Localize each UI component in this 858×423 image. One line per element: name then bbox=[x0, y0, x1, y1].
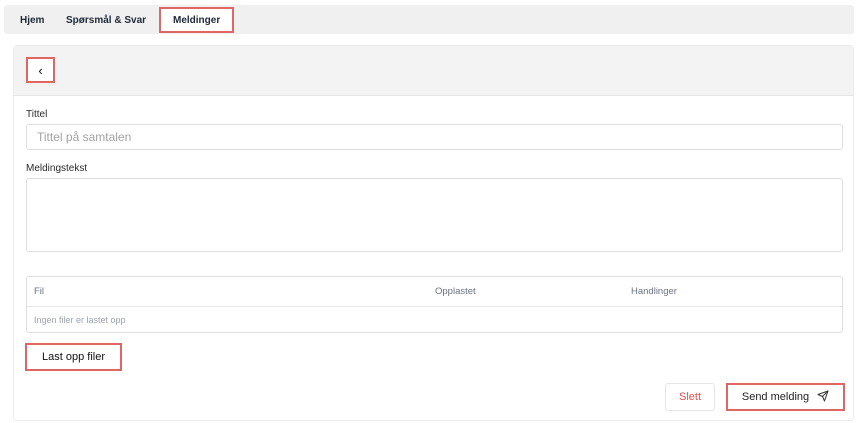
back-button[interactable]: ‹ bbox=[26, 57, 55, 83]
panel-header: ‹ bbox=[14, 46, 853, 96]
send-message-button[interactable]: Send melding bbox=[726, 383, 845, 411]
tab-meldinger[interactable]: Meldinger bbox=[159, 7, 235, 33]
delete-button[interactable]: Slett bbox=[665, 383, 715, 411]
top-navigation: Hjem Spørsmål & Svar Meldinger bbox=[4, 5, 854, 34]
upload-files-button[interactable]: Last opp filer bbox=[25, 343, 122, 371]
files-empty-message: Ingen filer er lastet opp bbox=[34, 315, 126, 325]
message-panel: ‹ Tittel Tittel på samtalen Meldingsteks… bbox=[13, 45, 854, 421]
column-header-opplastet: Opplastet bbox=[435, 286, 476, 297]
files-table: Fil Opplastet Handlinger Ingen filer er … bbox=[26, 276, 843, 333]
tab-hjem[interactable]: Hjem bbox=[8, 7, 56, 33]
message-label: Meldingstekst bbox=[26, 163, 88, 174]
chevron-left-icon: ‹ bbox=[38, 62, 43, 78]
tab-sporsmal-og-svar[interactable]: Spørsmål & Svar bbox=[54, 7, 158, 33]
files-table-header: Fil Opplastet Handlinger bbox=[27, 277, 842, 307]
send-message-label: Send melding bbox=[741, 391, 810, 403]
title-placeholder: Tittel på samtalen bbox=[37, 130, 132, 144]
title-input[interactable]: Tittel på samtalen bbox=[26, 124, 843, 150]
send-icon bbox=[817, 390, 829, 405]
title-label: Tittel bbox=[26, 109, 48, 120]
column-header-handlinger: Handlinger bbox=[631, 286, 677, 297]
column-header-fil: Fil bbox=[34, 286, 45, 297]
message-textarea[interactable] bbox=[26, 178, 843, 252]
